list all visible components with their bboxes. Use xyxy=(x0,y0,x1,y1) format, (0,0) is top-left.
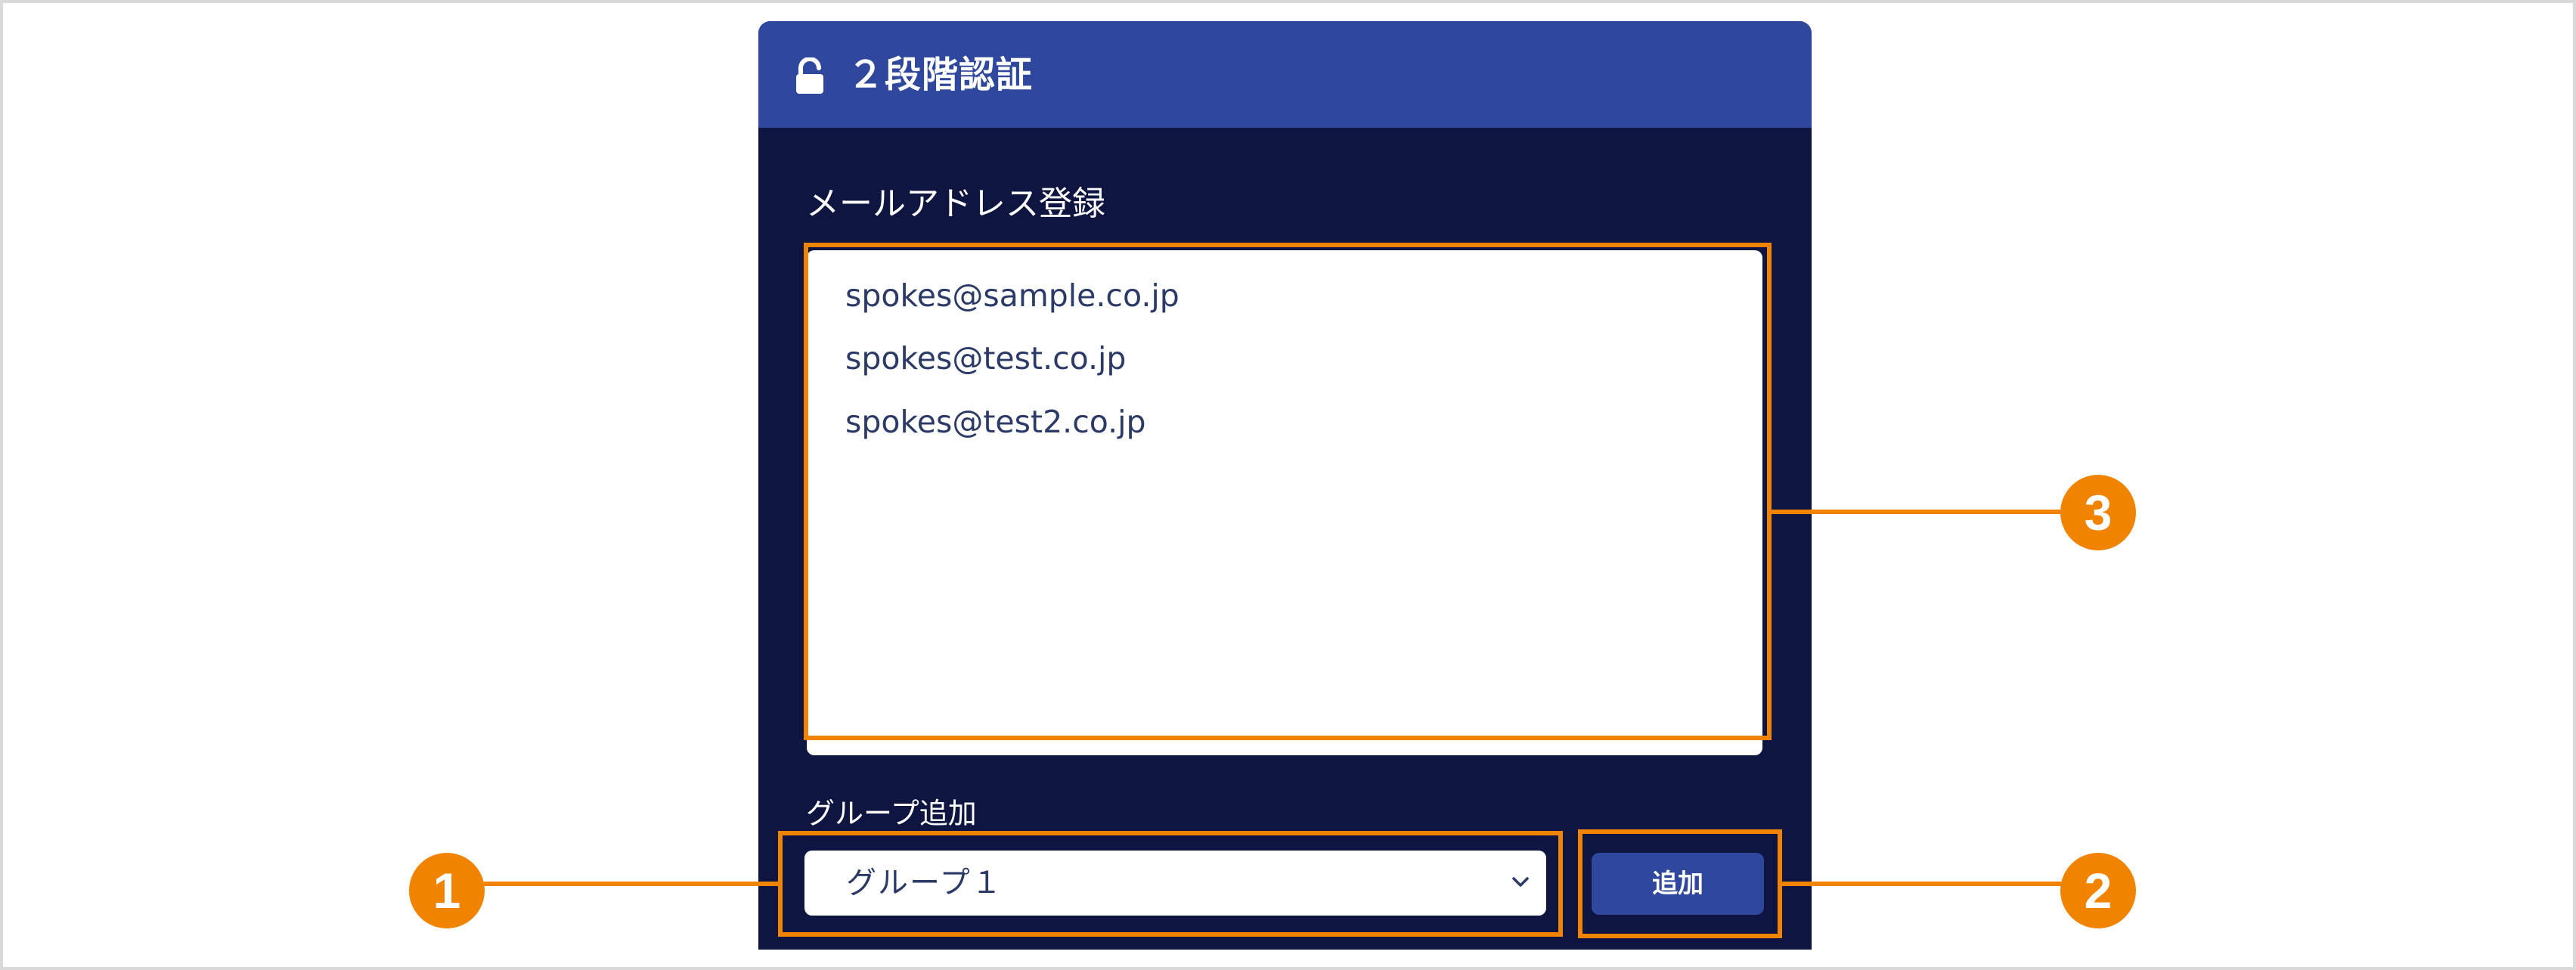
panel-header: ２段階認証 xyxy=(758,21,1812,128)
group-section-label: グループ追加 xyxy=(806,797,977,830)
callout-line-2 xyxy=(1780,882,2075,886)
callout-badge-2: 2 xyxy=(2060,853,2136,928)
callout-badge-3: 3 xyxy=(2060,475,2136,550)
callout-badge-1: 1 xyxy=(409,853,485,928)
email-section-label: メールアドレス登録 xyxy=(806,184,1105,223)
callout-line-3 xyxy=(1769,510,2075,514)
lock-open-icon xyxy=(796,57,823,94)
highlight-email-list xyxy=(804,243,1772,740)
callout-line-1 xyxy=(484,882,780,886)
highlight-group-select xyxy=(778,831,1563,937)
highlight-add-button xyxy=(1578,829,1782,938)
panel-title: ２段階認証 xyxy=(848,54,1034,96)
